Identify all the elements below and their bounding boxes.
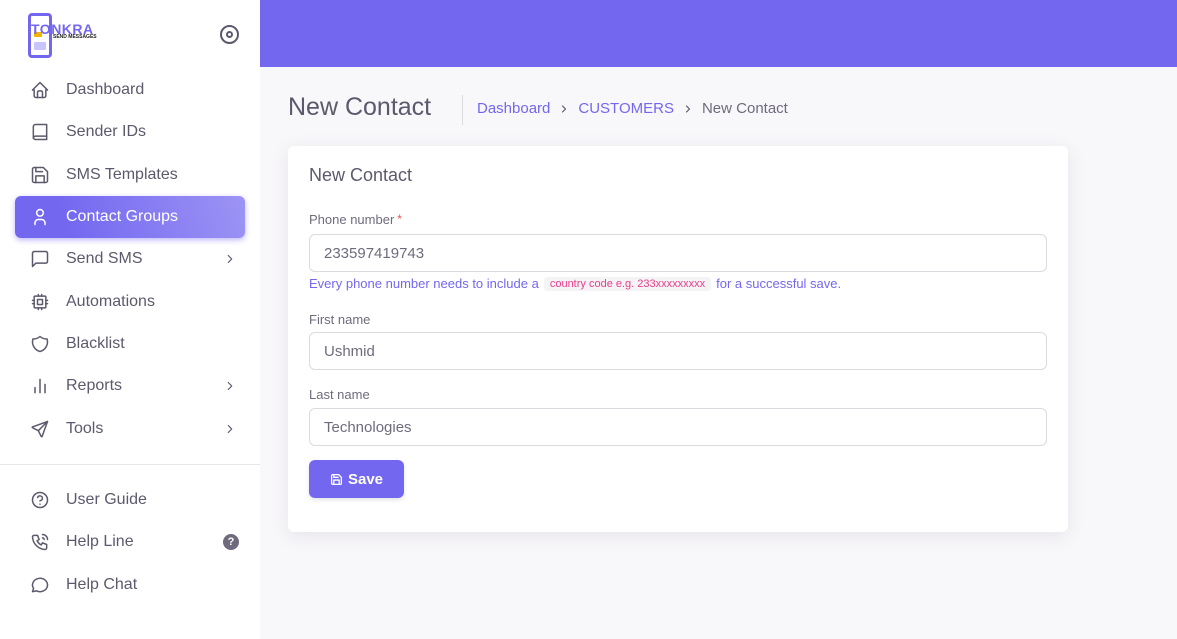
sidebar-item-blacklist[interactable]: Blacklist <box>15 323 245 365</box>
shield-icon <box>30 334 50 354</box>
save-button[interactable]: Save <box>309 460 404 498</box>
send-icon <box>30 419 50 439</box>
sidebar-item-label: Contact Groups <box>66 208 179 225</box>
user-icon <box>30 207 50 227</box>
sidebar-item-tools[interactable]: Tools <box>15 408 245 450</box>
sidebar-item-send-sms[interactable]: Send SMS <box>15 238 245 280</box>
required-mark: * <box>397 212 402 226</box>
phone-number-input[interactable] <box>309 234 1047 272</box>
breadcrumb: Dashboard CUSTOMERS New Contact <box>477 100 788 117</box>
home-icon <box>30 80 50 100</box>
chevron-right-icon <box>685 104 691 113</box>
new-contact-card: New Contact Phone number* Every phone nu… <box>288 146 1068 532</box>
last-name-input[interactable] <box>309 408 1047 446</box>
sidebar-item-reports[interactable]: Reports <box>15 365 245 407</box>
sidebar-toggle-icon[interactable] <box>220 25 239 44</box>
helper-code: country code e.g. 233xxxxxxxxx <box>543 276 712 291</box>
card-title: New Contact <box>309 165 413 185</box>
brand-tagline: SEND MESSAGES <box>53 34 97 40</box>
save-icon <box>330 473 342 485</box>
helper-text-before: Every phone number needs to include a <box>309 276 539 291</box>
last-name-label: Last name <box>309 387 370 402</box>
sidebar-item-label: Automations <box>66 293 155 310</box>
sidebar-item-contact-groups[interactable]: Contact Groups <box>15 196 245 238</box>
sidebar-item-automations[interactable]: Automations <box>15 281 245 323</box>
sidebar-item-label: Reports <box>66 377 123 394</box>
first-name-label: First name <box>309 312 371 327</box>
book-icon <box>30 122 50 142</box>
sidebar-item-sms-templates[interactable]: SMS Templates <box>15 154 245 196</box>
sidebar-item-label: Send SMS <box>66 250 143 267</box>
chevron-right-icon <box>227 254 233 264</box>
sidebar-item-label: Tools <box>66 420 104 437</box>
help-circle-icon <box>30 490 50 510</box>
sidebar-item-help-chat[interactable]: Help Chat <box>15 564 245 606</box>
helper-text-after: for a successful save. <box>716 276 842 291</box>
sidebar-item-help-line[interactable]: Help Line ? <box>15 521 245 563</box>
chat-icon <box>30 575 50 595</box>
cpu-icon <box>30 292 50 312</box>
sidebar-item-label: User Guide <box>66 491 147 508</box>
brand-logo[interactable]: TONKRA SEND MESSAGES <box>28 12 148 58</box>
chevron-right-icon <box>227 424 233 434</box>
chevron-right-icon <box>562 104 567 113</box>
breadcrumb-separator <box>462 95 463 125</box>
sidebar-item-label: Help Chat <box>66 576 138 593</box>
sidebar-divider <box>0 464 260 465</box>
breadcrumb-dashboard-link[interactable]: Dashboard <box>477 100 550 117</box>
sidebar-item-label: SMS Templates <box>66 166 178 183</box>
save-icon <box>30 165 50 185</box>
sidebar: TONKRA SEND MESSAGES Dashboard Sender ID… <box>0 0 260 639</box>
phone-helper-text: Every phone number needs to include a co… <box>309 276 841 291</box>
chevron-right-icon <box>227 381 233 391</box>
message-icon <box>30 249 50 269</box>
sidebar-item-label: Dashboard <box>66 81 145 98</box>
sidebar-item-user-guide[interactable]: User Guide <box>15 479 245 521</box>
save-button-label: Save <box>347 470 384 488</box>
help-badge-icon: ? <box>223 534 239 550</box>
phone-number-label: Phone number * <box>309 212 402 227</box>
sidebar-item-label: Sender IDs <box>66 123 147 140</box>
phone-number-label-text: Phone number <box>309 212 395 227</box>
top-navbar <box>260 0 1177 67</box>
first-name-input[interactable] <box>309 332 1047 370</box>
breadcrumb-current: New Contact <box>701 100 788 117</box>
page-title: New Contact <box>288 93 432 121</box>
sidebar-item-label: Help Line <box>66 533 134 550</box>
sidebar-item-dashboard[interactable]: Dashboard <box>15 69 245 111</box>
breadcrumb-customers-link[interactable]: CUSTOMERS <box>578 100 674 117</box>
bar-chart-icon <box>30 376 50 396</box>
sidebar-item-sender-ids[interactable]: Sender IDs <box>15 111 245 153</box>
sidebar-item-label: Blacklist <box>66 335 125 352</box>
phone-call-icon <box>30 532 50 552</box>
